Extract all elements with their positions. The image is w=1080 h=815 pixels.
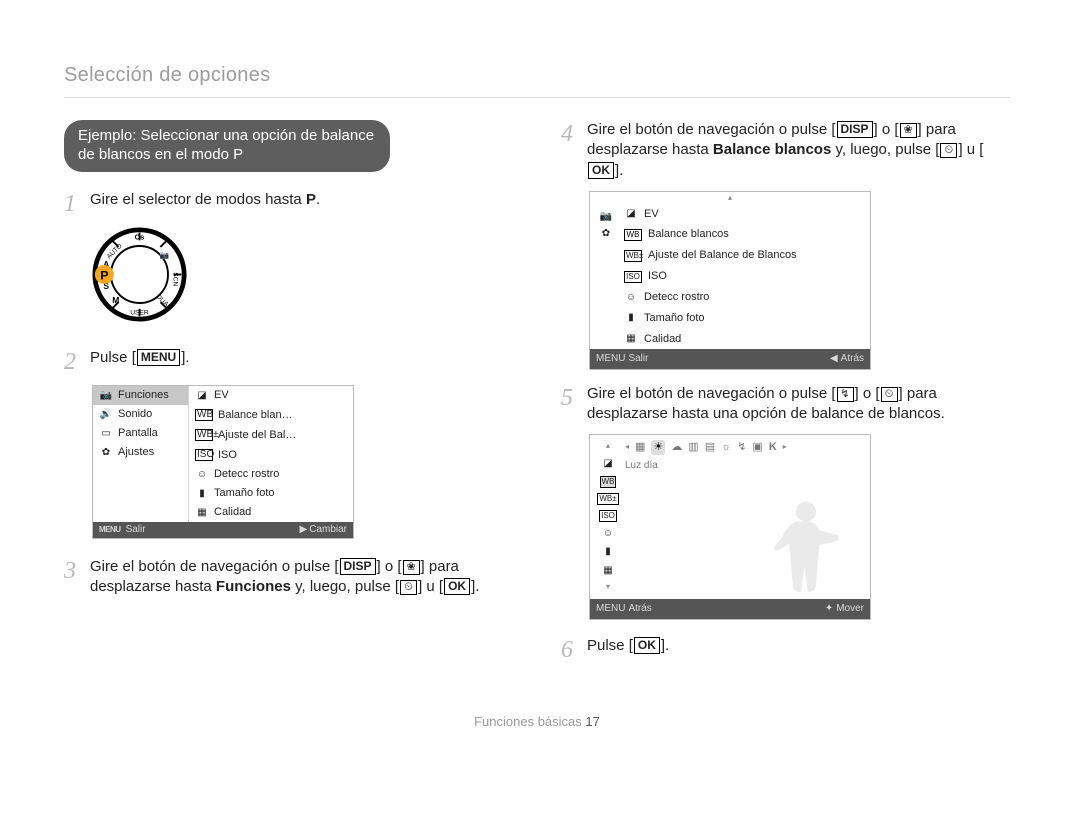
iso-icon: ISO bbox=[195, 449, 213, 461]
wb-fluor-l-icon: ▤ bbox=[705, 440, 715, 455]
divider bbox=[64, 97, 1010, 98]
wb-option-label: Luz día bbox=[621, 457, 870, 477]
ok-button-label: OK bbox=[634, 637, 660, 654]
wb-adj-icon: WB± bbox=[195, 429, 213, 441]
iso-icon: ISO bbox=[624, 271, 642, 283]
sound-icon: 🔊 bbox=[99, 410, 113, 420]
ok-button-label: OK bbox=[444, 578, 470, 595]
gear-icon: ✿ bbox=[99, 448, 113, 458]
flash-icon: ↯ bbox=[837, 387, 854, 402]
quality-icon: ▦ bbox=[601, 564, 615, 578]
step-6: 6 Pulse [OK]. bbox=[561, 636, 1010, 663]
wb-daylight-icon: ☀ bbox=[651, 440, 665, 455]
settings-icon: ✿ bbox=[599, 227, 613, 241]
menu-word-icon: MENU bbox=[99, 526, 121, 534]
ev-icon: ◪ bbox=[195, 391, 209, 401]
camera-icon: 📷 bbox=[599, 210, 613, 224]
svg-text:USER: USER bbox=[130, 309, 149, 316]
wb-icon: WB bbox=[195, 409, 213, 421]
step-3: 3 Gire el botón de navegación o pulse [D… bbox=[64, 557, 513, 598]
example-pill: Ejemplo: Seleccionar una opción de balan… bbox=[64, 120, 390, 172]
left-column: Ejemplo: Seleccionar una opción de balan… bbox=[64, 120, 513, 673]
camera-icon: 📷 bbox=[99, 391, 113, 401]
timer-icon: ⏲ bbox=[400, 580, 417, 595]
wb-adj-icon: WB± bbox=[624, 250, 642, 262]
arrow-left-icon: ◀ bbox=[830, 352, 838, 366]
macro-icon: ❀ bbox=[900, 123, 917, 138]
wb-adj-icon: WB± bbox=[597, 493, 618, 505]
svg-text:P: P bbox=[100, 268, 108, 282]
svg-text:M: M bbox=[112, 295, 119, 305]
wb-tungsten-icon: ☼ bbox=[721, 440, 731, 455]
page-footer: Funciones básicas 17 bbox=[64, 713, 1010, 731]
step-number: 5 bbox=[561, 384, 587, 425]
wb-option-screenshot: ▴ ◪ WB WB± ISO ☺ ▮ ▦ ▾ ◂ ▦ bbox=[589, 434, 871, 619]
step-5: 5 Gire el botón de navegación o pulse [↯… bbox=[561, 384, 1010, 425]
arrow-up-icon: ▴ bbox=[606, 441, 610, 452]
menu-word-icon: MENU bbox=[596, 602, 625, 616]
step-number: 6 bbox=[561, 636, 587, 663]
section-header: Selección de opciones bbox=[64, 62, 1010, 89]
face-icon: ☺ bbox=[624, 291, 638, 305]
macro-icon: ❀ bbox=[403, 560, 420, 575]
svg-text:Cs: Cs bbox=[135, 232, 145, 241]
wb-flash-icon: ↯ bbox=[737, 440, 746, 455]
disp-button-label: DISP bbox=[340, 558, 376, 575]
wb-cloud-icon: ☁ bbox=[671, 440, 682, 455]
face-icon: ☺ bbox=[601, 527, 615, 541]
display-icon: ▭ bbox=[99, 429, 113, 439]
quality-icon: ▦ bbox=[624, 332, 638, 346]
menu-button-label: MENU bbox=[137, 349, 180, 366]
arrow-down-icon: ▾ bbox=[606, 582, 610, 593]
menu-screenshot-balance-blancos: ▴ 📷 ✿ ◪EV WBBalance blancos WB±Ajuste de… bbox=[589, 191, 871, 370]
timer-icon: ⏲ bbox=[881, 387, 898, 402]
step-number: 2 bbox=[64, 348, 90, 375]
timer-icon: ⏲ bbox=[940, 143, 957, 158]
move-icon: ✦ bbox=[825, 602, 833, 616]
step-number: 1 bbox=[64, 190, 90, 217]
svg-text:SCN: SCN bbox=[172, 272, 179, 286]
menu-screenshot-funciones: 📷Funciones 🔊Sonido ▭Pantalla ✿Ajustes ◪E… bbox=[92, 385, 354, 539]
arrow-right-icon: ▶ bbox=[300, 525, 308, 535]
step-4: 4 Gire el botón de navegación o pulse [D… bbox=[561, 120, 1010, 181]
menu-word-icon: MENU bbox=[596, 352, 625, 366]
step-1: 1 Gire el selector de modos hasta P. bbox=[64, 190, 513, 217]
ev-icon: ◪ bbox=[601, 457, 615, 471]
wb-auto-icon: ▦ bbox=[635, 440, 645, 455]
size-icon: ▮ bbox=[601, 545, 615, 559]
mode-dial-illustration: Cs AUTO 📷 SCN DUAL USER M S A P bbox=[92, 227, 513, 328]
wb-fluor-h-icon: ▥ bbox=[688, 440, 698, 455]
step-number: 3 bbox=[64, 557, 90, 598]
size-icon: ▮ bbox=[624, 311, 638, 325]
ok-button-label: OK bbox=[588, 162, 614, 179]
arrow-left-icon: ◂ bbox=[625, 442, 629, 453]
wb-icon: WB bbox=[624, 229, 642, 241]
svg-text:📷: 📷 bbox=[159, 250, 169, 259]
quality-icon: ▦ bbox=[195, 508, 209, 518]
wb-kelvin-icon: K bbox=[769, 440, 777, 455]
arrow-up-icon: ▴ bbox=[590, 192, 870, 204]
face-icon: ☺ bbox=[195, 470, 209, 480]
silhouette-graphic bbox=[760, 495, 852, 595]
ev-icon: ◪ bbox=[624, 207, 638, 221]
wb-custom-icon: ▣ bbox=[752, 440, 762, 455]
size-icon: ▮ bbox=[195, 489, 209, 499]
mode-p-letter: P bbox=[306, 191, 316, 208]
disp-button-label: DISP bbox=[837, 121, 873, 138]
step-number: 4 bbox=[561, 120, 587, 181]
right-column: 4 Gire el botón de navegación o pulse [D… bbox=[561, 120, 1010, 673]
iso-icon: ISO bbox=[599, 510, 617, 522]
arrow-right-icon: ▸ bbox=[783, 442, 787, 453]
step-2: 2 Pulse [MENU]. bbox=[64, 348, 513, 375]
wb-icon: WB bbox=[600, 476, 617, 488]
